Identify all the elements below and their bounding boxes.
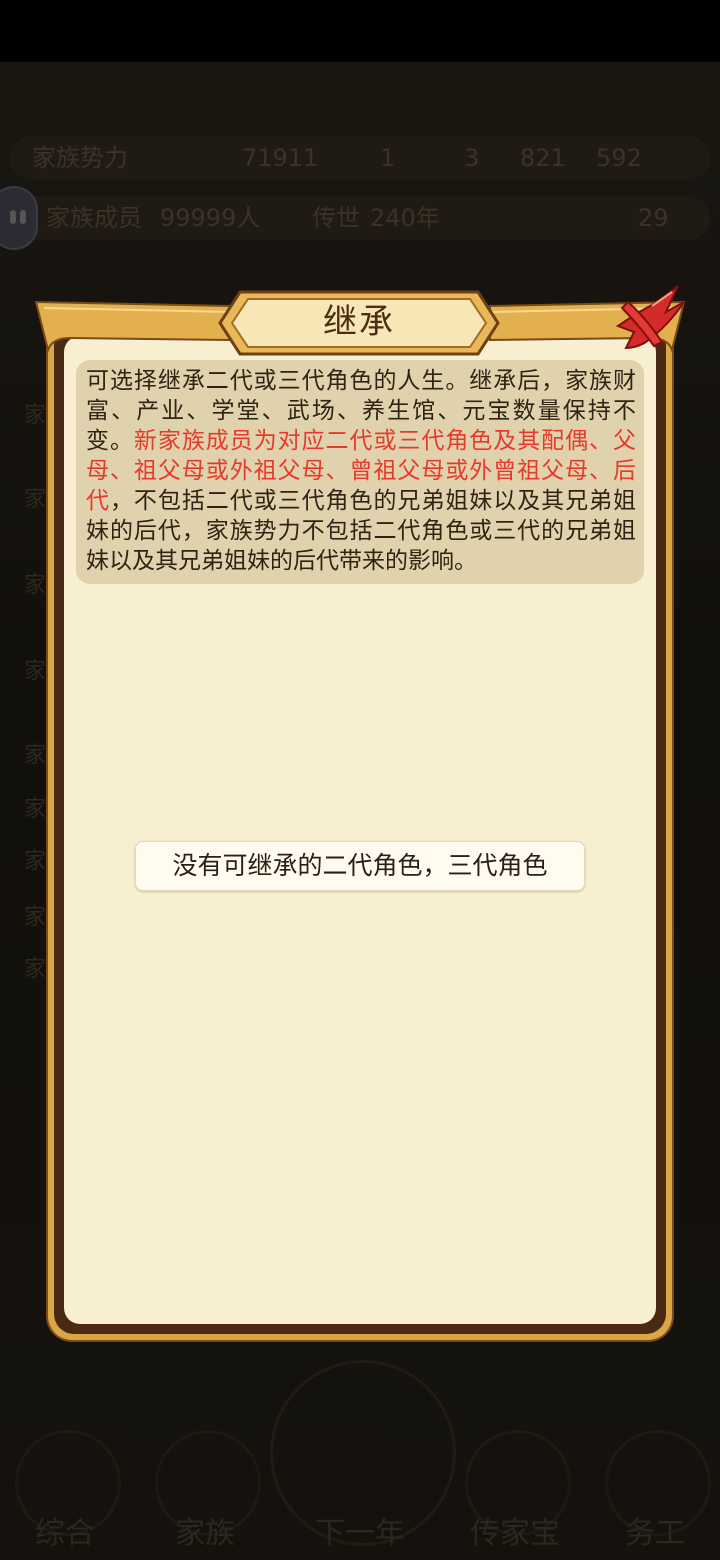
nav-item-next-year[interactable]: 下一年 (295, 1400, 425, 1560)
side-chat-button[interactable] (0, 186, 38, 250)
family-members-row: 家族成员 99999人 传世 240年 29 (10, 196, 710, 240)
resource-count-c: 592 (596, 144, 642, 172)
status-bar (0, 0, 720, 62)
chat-bar-icon-left (10, 210, 16, 224)
gold-value: 29 (638, 204, 669, 232)
inherit-description: 可选择继承二代或三代角色的人生。继承后，家族财富、产业、学堂、武场、养生馆、元宝… (76, 360, 644, 584)
bottom-nav: 综合 家族 下一年 传家宝 务工 (0, 1400, 720, 1560)
nav-item-family[interactable]: 家族 (140, 1400, 270, 1560)
small-count: 1 (380, 144, 396, 172)
nav-item-overview[interactable]: 综合 (0, 1400, 130, 1560)
dialog-title: 继承 (323, 302, 395, 342)
nav-item-heirloom[interactable]: 传家宝 (450, 1400, 580, 1560)
resource-count-a: 3 (464, 144, 480, 172)
resource-count-b: 821 (520, 144, 566, 172)
family-power-value: 71911 (242, 144, 319, 172)
empty-state-message: 没有可继承的二代角色，三代角色 (135, 841, 585, 891)
description-text-tail: ，不包括二代或三代角色的兄弟姐妹以及其兄弟姐妹的后代，家族势力不包括二代角色或三… (86, 488, 637, 574)
nav-item-work[interactable]: 务工 (590, 1400, 720, 1560)
family-power-label: 家族势力 (32, 144, 128, 172)
inherit-dialog: 继承 可选择继承二代或三代角色的人生。继承后，家族财富、产业、学堂、武场、养生馆… (34, 285, 686, 1340)
members-label: 家族成员 (46, 204, 142, 232)
heritage-value: 240年 (370, 204, 440, 232)
heritage-label: 传世 (312, 204, 360, 232)
chat-bar-icon-right (20, 210, 26, 224)
screen: 家族势力 71911 1 3 821 592 家族成员 99999人 传世 24… (0, 0, 720, 1560)
family-power-row: 家族势力 71911 1 3 821 592 (10, 136, 710, 180)
close-x-icon[interactable] (608, 282, 688, 354)
members-value: 99999人 (160, 204, 261, 232)
